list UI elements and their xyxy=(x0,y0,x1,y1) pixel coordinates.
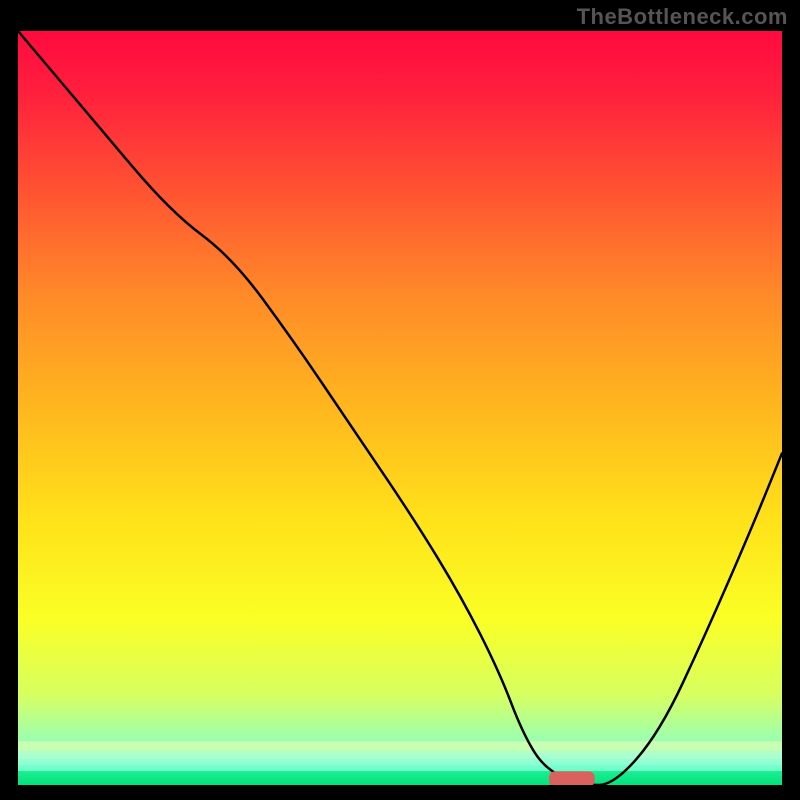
plot-frame xyxy=(15,28,785,788)
chart-container: TheBottleneck.com xyxy=(0,0,800,800)
watermark-text: TheBottleneck.com xyxy=(577,4,788,30)
chart-svg xyxy=(18,31,782,785)
optimal-marker xyxy=(549,771,595,785)
gradient-background xyxy=(18,31,782,785)
green-band xyxy=(18,741,782,785)
